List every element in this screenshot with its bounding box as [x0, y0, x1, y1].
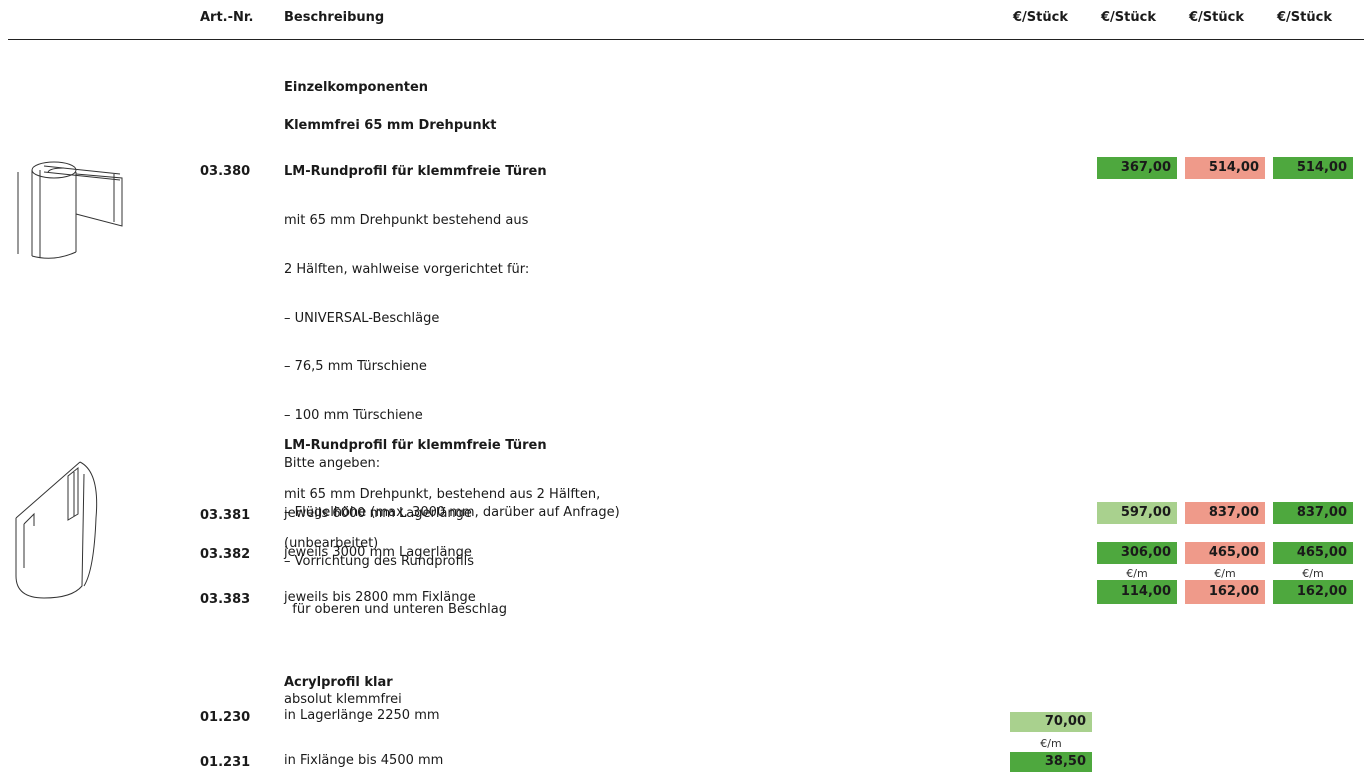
unit-label: €/m — [1040, 737, 1062, 750]
description-line: – 76,5 mm Türschiene — [284, 359, 427, 375]
column-header-price-3: €/Stück — [1189, 10, 1244, 25]
description-line: mit 65 mm Drehpunkt bestehend aus — [284, 213, 529, 229]
price-col2: 114,00 — [1097, 580, 1177, 604]
description-line: 2 Hälften, wahlweise vorgerichtet für: — [284, 262, 530, 278]
row-description: jeweils bis 2800 mm Fixlänge — [284, 590, 476, 605]
rundprofil-half-image — [15, 461, 98, 599]
price-col4: 514,00 — [1273, 157, 1353, 179]
row-description: jeweils 6000 mm Lagerlänge — [284, 506, 472, 521]
price-col3: 837,00 — [1185, 502, 1265, 524]
price-col2: 306,00 — [1097, 542, 1177, 564]
row-description: in Fixlänge bis 4500 mm — [284, 753, 444, 768]
subsection-title: Klemmfrei 65 mm Drehpunkt — [284, 118, 497, 133]
column-header-art-nr: Art.-Nr. — [200, 10, 254, 25]
column-header-price-2: €/Stück — [1101, 10, 1156, 25]
price-col4: 837,00 — [1273, 502, 1353, 524]
price-col3: 465,00 — [1185, 542, 1265, 564]
price-col3: 514,00 — [1185, 157, 1265, 179]
header-rule — [8, 39, 1364, 40]
unit-label: €/m — [1302, 567, 1324, 580]
description-line: – 100 mm Türschiene — [284, 407, 423, 423]
price-col2: 597,00 — [1097, 502, 1177, 524]
column-header-price-4: €/Stück — [1277, 10, 1332, 25]
article-number: 03.383 — [200, 592, 251, 607]
column-header-beschreibung: Beschreibung — [284, 10, 385, 25]
article-number: 03.381 — [200, 508, 251, 523]
price-col4: 162,00 — [1273, 580, 1353, 604]
article-number: 01.230 — [200, 710, 251, 725]
row-description: jeweils 3000 mm Lagerlänge — [284, 545, 472, 560]
price-col2: 367,00 — [1097, 157, 1177, 179]
unit-label: €/m — [1214, 567, 1236, 580]
article-number: 03.382 — [200, 547, 251, 562]
description-line: mit 65 mm Drehpunkt, bestehend aus 2 Häl… — [284, 487, 601, 503]
rundprofil-image — [17, 161, 123, 259]
column-header-price-1: €/Stück — [1013, 10, 1068, 25]
price-col1: 38,50 — [1010, 752, 1092, 772]
description-line: – UNIVERSAL-Beschläge — [284, 310, 440, 326]
item-title: Acrylprofil klar — [284, 675, 393, 690]
article-number: 01.231 — [200, 755, 251, 770]
price-col4: 465,00 — [1273, 542, 1353, 564]
item-title: LM-Rundprofil für klemmfreie Türen — [284, 438, 547, 453]
article-number: 03.380 — [200, 164, 251, 179]
price-col1: 70,00 — [1010, 712, 1092, 732]
row-description: in Lagerlänge 2250 mm — [284, 708, 440, 723]
price-col3: 162,00 — [1185, 580, 1265, 604]
item-title: LM-Rundprofil für klemmfreie Türen — [284, 164, 547, 179]
unit-label: €/m — [1126, 567, 1148, 580]
section-title: Einzelkomponenten — [284, 80, 429, 95]
item-description: absolut klemmfrei — [284, 692, 402, 707]
